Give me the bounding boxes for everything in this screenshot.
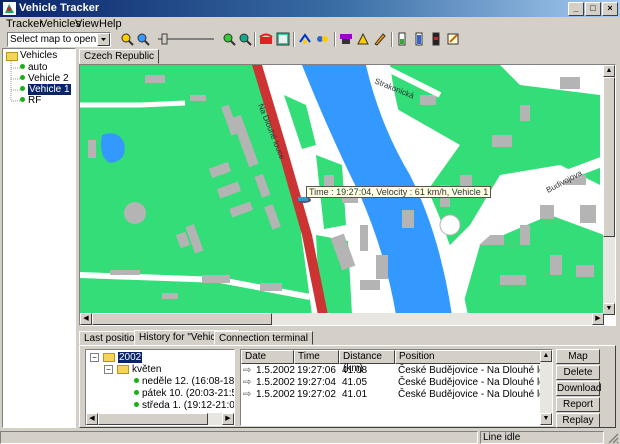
column-header-time[interactable]: Time [294,350,339,364]
zoom-all-icon[interactable] [238,32,252,46]
map-select-value: Select map to open [10,34,97,45]
scroll-thumb[interactable] [603,77,615,237]
scroll-up-icon[interactable]: ▲ [540,350,552,362]
column-header-position[interactable]: Position [395,350,552,364]
folder-icon [117,365,129,374]
title-bar: Vehicle Tracker _ □ × [0,0,620,17]
vehicle-tooltip: Time : 19:27:04, Velocity : 61 km/h, Veh… [306,186,492,198]
menu-bar: Tracker Vehicles View Help [0,17,620,31]
history-icon[interactable] [315,32,329,46]
history-day[interactable]: středa 1. (19:12-21:06) [134,400,234,411]
collapse-icon[interactable]: − [90,353,99,362]
collapse-icon[interactable]: − [104,365,113,374]
scroll-thumb[interactable] [92,313,272,325]
tree-root-vehicles[interactable]: Vehicles [20,50,57,61]
status-text: Line idle [480,431,604,444]
tree-horizontal-scrollbar[interactable]: ◀ ▶ [86,413,234,425]
folder-icon [6,52,18,61]
day-status-icon [134,402,139,407]
road [80,100,186,108]
toolbar: Select map to open [0,31,620,48]
note-icon[interactable] [446,32,460,46]
arrow-right-icon: ⇨ [243,389,252,400]
history-day[interactable]: pátek 10. (20:03-21:54) [134,388,234,399]
vehicle-status-icon [20,97,25,102]
scroll-down-icon[interactable]: ▼ [540,413,552,425]
history-tree: − 2002 − květen neděle 12. (16:08-18:49)… [85,349,235,426]
zoom-in-icon[interactable] [120,32,134,46]
day-status-icon [134,378,139,383]
arrow-right-icon: ⇨ [243,377,252,388]
vehicle-tree: Vehicles auto Vehicle 2 Vehicle 1 RF [2,48,76,428]
zoom-slider[interactable] [156,33,216,45]
scroll-left-icon[interactable]: ◀ [86,413,98,425]
chevron-down-icon[interactable] [97,33,110,46]
status-bar: Line idle [0,430,620,444]
folder-icon [103,353,115,362]
scroll-up-icon[interactable]: ▲ [603,65,615,77]
pencil-icon[interactable] [373,32,387,46]
map-horizontal-scrollbar[interactable]: ◀ ▶ [80,313,604,325]
history-list: Date Time Distance (km) Position ⇨ 1.5.2… [240,349,553,426]
history-year[interactable]: 2002 [118,352,143,363]
zoom-out-icon[interactable] [136,32,150,46]
vehicle-status-icon [20,86,25,91]
report-button[interactable]: Report [556,397,600,412]
resize-grip-icon[interactable] [606,431,619,444]
tab-czech-republic[interactable]: Czech Republic [79,49,160,64]
draw-icon[interactable] [356,32,370,46]
tab-connection-terminal[interactable]: Connection terminal [214,331,313,345]
map-view[interactable]: Na Dlouhé louce Strakonická Budivojova T… [79,64,616,326]
tree-item-vehicle-2[interactable]: Vehicle 2 [20,73,69,84]
scroll-right-icon[interactable]: ▶ [592,313,604,325]
vehicle-status-icon [20,64,25,69]
scroll-down-icon[interactable]: ▼ [603,303,615,315]
maximize-button[interactable]: □ [585,2,601,16]
tree-item-auto[interactable]: auto [20,62,47,73]
map-button[interactable]: Map [556,349,600,364]
map-view-icon[interactable] [276,32,290,46]
pond [124,202,146,224]
table-row[interactable]: ⇨ 1.5.2002 19:27:02 41.01 České Budějovi… [241,389,552,401]
vehicle-status-icon [20,75,25,80]
history-panel: − 2002 − květen neděle 12. (16:08-18:49)… [79,345,616,428]
tree-item-rf[interactable]: RF [20,95,41,106]
table-row[interactable]: ⇨ 1.5.2002 19:27:04 41.05 České Budějovi… [241,377,552,389]
battery-icon[interactable] [395,32,409,46]
list-vertical-scrollbar[interactable]: ▲ ▼ [540,350,552,425]
scroll-right-icon[interactable]: ▶ [222,413,234,425]
close-button[interactable]: × [602,2,618,16]
tree-item-vehicle-1[interactable]: Vehicle 1 [20,84,71,95]
map-vertical-scrollbar[interactable]: ▲ ▼ [603,65,615,315]
park-area [284,95,316,149]
zoom-rect-icon[interactable] [222,32,236,46]
arrow-right-icon: ⇨ [243,365,252,376]
delete-button[interactable]: Delete [556,365,600,380]
history-day[interactable]: neděle 12. (16:08-18:49) [134,376,234,387]
vehicles-icon[interactable] [298,32,312,46]
window-title: Vehicle Tracker [19,2,100,14]
minimize-button[interactable]: _ [568,2,584,16]
scroll-thumb[interactable] [98,413,208,425]
status-pane-main [0,431,478,444]
app-icon [3,2,16,15]
table-row[interactable]: ⇨ 1.5.2002 19:27:06 41.08 České Budějovi… [241,365,552,377]
app-window: Vehicle Tracker _ □ × Tracker Vehicles V… [0,0,620,444]
indicator-icon[interactable] [429,32,443,46]
scroll-left-icon[interactable]: ◀ [80,313,92,325]
roundabout [439,214,461,236]
history-month[interactable]: květen [132,364,161,375]
signal-icon[interactable] [412,32,426,46]
map-select-dropdown[interactable]: Select map to open [7,32,111,47]
settings-icon[interactable] [339,32,353,46]
phone-icon[interactable] [259,32,273,46]
column-header-distance[interactable]: Distance (km) [339,350,395,374]
column-header-date[interactable]: Date [241,350,294,364]
menu-help[interactable]: Help [96,17,125,31]
day-status-icon [134,390,139,395]
replay-button[interactable]: Replay [556,413,600,428]
download-button[interactable]: Download [556,381,601,396]
